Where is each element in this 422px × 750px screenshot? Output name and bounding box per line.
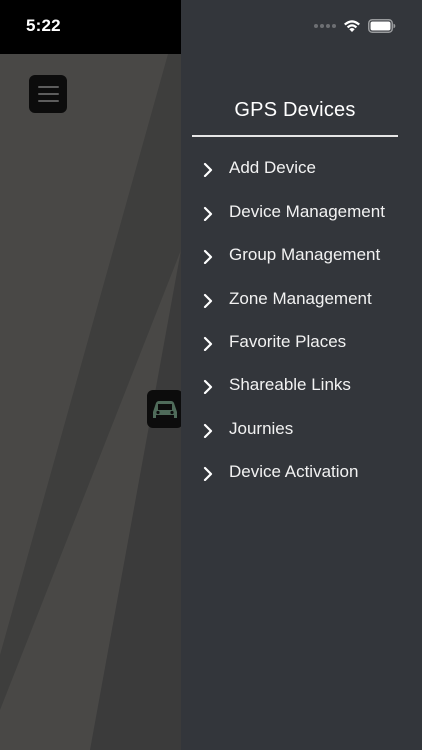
status-time: 5:22 [26, 16, 61, 35]
menu-item-device-activation[interactable]: Device Activation [181, 458, 422, 488]
battery-icon [368, 19, 396, 33]
menu-item-journies[interactable]: Journies [181, 415, 422, 445]
menu-item-add-device[interactable]: Add Device [181, 154, 422, 184]
signal-dots-icon [314, 24, 336, 28]
menu-item-favorite-places[interactable]: Favorite Places [181, 328, 422, 358]
chevron-right-icon [203, 293, 213, 308]
chevron-right-icon [203, 423, 213, 438]
chevron-right-icon [203, 249, 213, 264]
menu-item-group-management[interactable]: Group Management [181, 241, 422, 271]
side-drawer: GPS Devices Add Device Device Management… [181, 0, 422, 750]
menu-button[interactable] [29, 75, 67, 113]
menu-item-label: Add Device [229, 158, 316, 177]
menu-item-device-management[interactable]: Device Management [181, 198, 422, 228]
drawer-title: GPS Devices [234, 99, 356, 121]
chevron-right-icon [203, 336, 213, 351]
menu-item-label: Device Activation [229, 462, 359, 481]
menu-item-label: Device Management [229, 202, 385, 221]
wifi-icon [344, 20, 360, 32]
chevron-right-icon [203, 379, 213, 394]
vehicle-marker[interactable] [147, 390, 183, 428]
menu-item-label: Zone Management [229, 289, 372, 308]
status-indicators [314, 17, 396, 35]
chevron-right-icon [203, 206, 213, 221]
chevron-right-icon [203, 162, 213, 177]
menu-item-label: Group Management [229, 245, 381, 264]
divider [192, 135, 398, 137]
status-bar: 5:22 [0, 0, 181, 54]
chevron-right-icon [203, 466, 213, 481]
menu-item-label: Favorite Places [229, 332, 347, 351]
car-icon [153, 401, 177, 418]
app-screen: 5:22 GPS Devices Add Device Device Manag… [0, 0, 422, 750]
menu-item-label: Shareable Links [229, 375, 351, 394]
menu-item-shareable-links[interactable]: Shareable Links [181, 371, 422, 401]
menu-item-zone-management[interactable]: Zone Management [181, 285, 422, 315]
menu-item-label: Journies [229, 419, 294, 438]
